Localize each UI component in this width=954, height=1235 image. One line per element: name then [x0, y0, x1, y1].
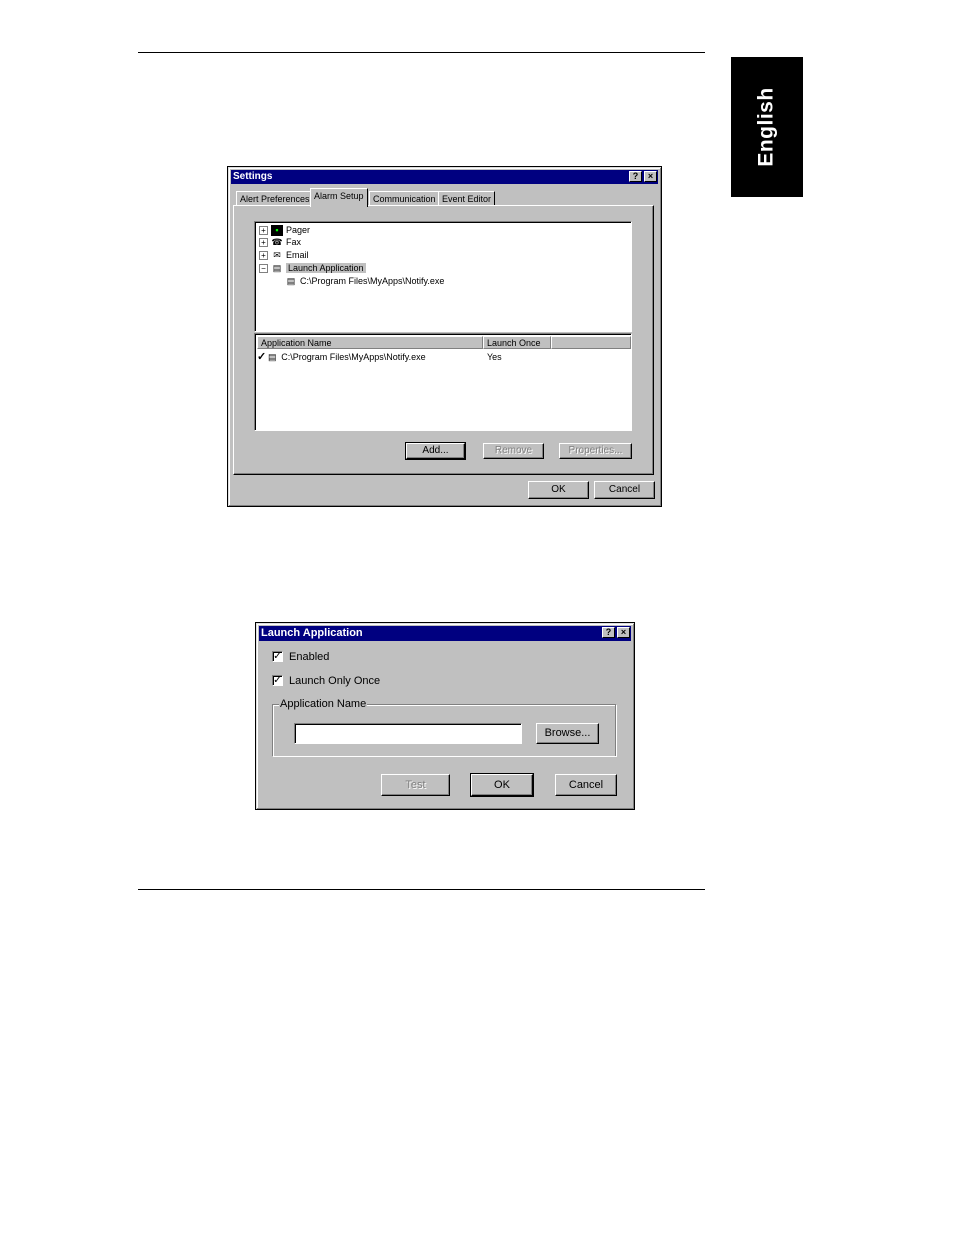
test-button[interactable]: Test: [381, 774, 450, 796]
expand-icon[interactable]: +: [259, 238, 268, 248]
launch-once-checkbox[interactable]: ✓: [272, 675, 283, 686]
help-button[interactable]: ?: [602, 627, 615, 638]
expand-icon[interactable]: +: [259, 226, 268, 236]
exe-file-icon: ▤: [267, 352, 277, 363]
footer-rule: [138, 889, 705, 890]
tab-event-editor[interactable]: Event Editor: [438, 191, 496, 206]
pager-icon: ▪: [271, 225, 283, 237]
add-button[interactable]: Add...: [405, 442, 466, 460]
exe-file-icon: ▤: [286, 276, 296, 287]
settings-ok-button[interactable]: OK: [528, 481, 589, 499]
browse-button[interactable]: Browse...: [536, 723, 599, 744]
column-application-name[interactable]: Application Name: [257, 336, 483, 349]
launch-once-label: Launch Only Once: [289, 675, 381, 687]
tab-communication[interactable]: Communication: [369, 191, 440, 206]
tree-item-label: Launch Application: [286, 263, 366, 273]
tree-item-label: Pager: [286, 225, 311, 235]
properties-button[interactable]: Properties...: [559, 443, 632, 459]
language-tab: English: [731, 57, 803, 197]
tree-item-fax[interactable]: + ☎ Fax: [259, 236, 301, 248]
email-icon: ✉: [273, 250, 281, 261]
launch-app-icon: ▤: [272, 263, 282, 274]
launch-cancel-button[interactable]: Cancel: [555, 774, 617, 796]
language-tab-label: English: [755, 87, 778, 167]
tree-item-notify-exe[interactable]: ▤ C:\Program Files\MyApps\Notify.exe: [285, 275, 445, 287]
settings-titlebar: Settings ? ×: [231, 170, 658, 184]
remove-button[interactable]: Remove: [483, 443, 544, 459]
row-app-name: C:\Program Files\MyApps\Notify.exe: [281, 352, 426, 362]
launch-ok-button[interactable]: OK: [470, 773, 534, 797]
settings-cancel-button[interactable]: Cancel: [594, 481, 655, 499]
tree-item-label: Email: [286, 250, 309, 260]
application-list[interactable]: Application Name Launch Once ✓ ▤ C:\Progra…: [254, 333, 632, 431]
tree-item-launch-application[interactable]: − ▤ Launch Application: [259, 262, 366, 274]
close-button[interactable]: ×: [617, 627, 630, 638]
tree-item-label: Fax: [286, 237, 302, 247]
list-item[interactable]: ✓ ▤ C:\Program Files\MyApps\Notify.exe: [257, 351, 426, 363]
enabled-label: Enabled: [289, 651, 330, 663]
tree-item-pager[interactable]: + ▪ Pager: [259, 224, 311, 237]
alarm-tree[interactable]: + ▪ Pager + ☎ Fax + ✉ Email − ▤ Launch Applicati…: [254, 221, 632, 332]
header-rule: [138, 52, 705, 53]
check-icon: ✓: [257, 351, 267, 363]
fax-icon: ☎: [271, 237, 283, 248]
tab-alert-preferences[interactable]: Alert Preferences: [236, 191, 314, 206]
enabled-checkbox[interactable]: ✓: [272, 651, 283, 662]
help-button[interactable]: ?: [629, 171, 642, 182]
launch-dialog-title: Launch Application: [261, 627, 363, 639]
launch-dialog-titlebar: Launch Application ? ×: [259, 626, 631, 641]
tab-alarm-setup[interactable]: Alarm Setup: [310, 188, 368, 207]
application-name-group-label: Application Name: [279, 698, 368, 710]
close-button[interactable]: ×: [644, 171, 657, 182]
application-name-input[interactable]: [294, 723, 522, 744]
tree-item-label: C:\Program Files\MyApps\Notify.exe: [300, 276, 445, 286]
column-launch-once[interactable]: Launch Once: [483, 336, 551, 349]
settings-title: Settings: [233, 171, 273, 182]
row-launch-once: Yes: [487, 352, 502, 362]
expand-icon[interactable]: +: [259, 251, 268, 261]
column-empty: [551, 336, 631, 349]
collapse-icon[interactable]: −: [259, 264, 268, 274]
tree-item-email[interactable]: + ✉ Email: [259, 249, 309, 261]
